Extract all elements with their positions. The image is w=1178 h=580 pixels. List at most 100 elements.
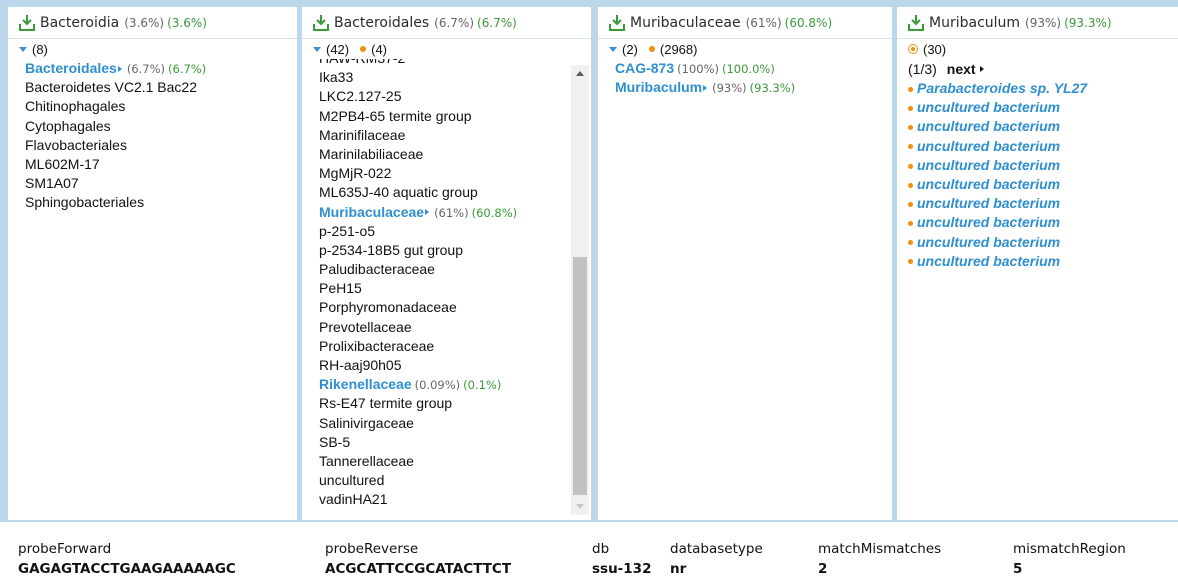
species-item[interactable]: Parabacteroides sp. YL27: [908, 79, 1178, 98]
taxon-item[interactable]: Bacteroidetes VC2.1 Bac22: [25, 78, 297, 97]
tree-expand-icon[interactable]: [608, 14, 626, 32]
cell-probe-reverse[interactable]: ACGCATTCCGCATACTTCT: [325, 561, 511, 577]
taxon-item[interactable]: RH-aaj90h05: [319, 356, 517, 375]
species-item[interactable]: uncultured bacterium: [908, 98, 1178, 117]
taxon-item[interactable]: Rs-E47 termite group: [319, 394, 517, 413]
taxon-item[interactable]: ML635J-40 aquatic group: [319, 183, 517, 202]
taxon-item[interactable]: PeH15: [319, 279, 517, 298]
species-item[interactable]: uncultured bacterium: [908, 175, 1178, 194]
taxon-item[interactable]: Prolixibacteraceae: [319, 337, 517, 356]
species-name[interactable]: uncultured bacterium: [917, 118, 1060, 134]
taxon-name[interactable]: Bacteroidales: [25, 60, 117, 76]
taxon-item[interactable]: LKC2.127-25: [319, 87, 517, 106]
bullet-dot-icon: [908, 182, 913, 188]
species-name[interactable]: uncultured bacterium: [917, 176, 1060, 192]
taxon-item[interactable]: Cytophagales: [25, 117, 297, 136]
taxon-item[interactable]: Paludibacteraceae: [319, 260, 517, 279]
taxon-list: CAG-873 (100%) (100.0%) Muribaculum (93%) (93…: [598, 59, 892, 97]
taxon-name[interactable]: Rikenellaceae: [319, 376, 412, 392]
collapse-icon[interactable]: [313, 46, 321, 52]
column-pct: (61%): [745, 15, 782, 30]
column-bacteroidales: Bacteroidales (6.7%) (6.7%) (42) (4) HAW…: [302, 7, 591, 520]
column-title: Bacteroidia: [40, 14, 120, 31]
taxon-name: Rs-E47 termite group: [319, 395, 453, 412]
taxon-item[interactable]: HAW-RM37-2: [319, 59, 517, 68]
column-muribaculum: Muribaculum (93%) (93.3%) (30) (1/3) nex…: [897, 7, 1178, 520]
taxon-item[interactable]: Prevotellaceae: [319, 318, 517, 337]
taxon-item[interactable]: ML602M-17: [25, 155, 297, 174]
next-page-link[interactable]: next: [947, 61, 976, 77]
taxon-item[interactable]: uncultured: [319, 471, 517, 490]
bullet-dot-icon: [908, 240, 913, 246]
taxon-item[interactable]: Tannerellaceae: [319, 452, 517, 471]
tree-expand-icon[interactable]: [18, 14, 36, 32]
collapse-icon[interactable]: [19, 46, 27, 52]
taxon-name: Flavobacteriales: [25, 136, 127, 153]
taxon-name: Marinilabiliaceae: [319, 145, 424, 162]
taxon-item[interactable]: CAG-873 (100%) (100.0%): [615, 59, 892, 78]
species-item[interactable]: uncultured bacterium: [908, 117, 1178, 136]
taxon-item[interactable]: p-251-o5: [319, 222, 517, 241]
taxon-name[interactable]: Muribaculaceae: [319, 204, 424, 220]
taxon-item[interactable]: Porphyromonadaceae: [319, 298, 517, 317]
column-title: Muribaculum: [929, 14, 1021, 31]
taxon-item[interactable]: Marinifilaceae: [319, 126, 517, 145]
taxon-name[interactable]: CAG-873: [615, 60, 674, 76]
species-item[interactable]: uncultured bacterium: [908, 137, 1178, 156]
species-name[interactable]: uncultured bacterium: [917, 195, 1060, 211]
species-name[interactable]: uncultured bacterium: [917, 138, 1060, 154]
scroll-area[interactable]: HAW-RM37-2 Ika33 LKC2.127-25 M2PB4-65 termi…: [302, 59, 591, 517]
species-name[interactable]: Parabacteroides sp. YL27: [917, 80, 1087, 96]
species-name[interactable]: uncultured bacterium: [917, 253, 1060, 269]
column-pct-weighted: (6.7%): [477, 15, 517, 30]
taxon-name[interactable]: Muribaculum: [615, 79, 702, 95]
taxon-pct: (61%): [434, 205, 469, 220]
taxon-item[interactable]: Muribaculaceae (61%) (60.8%): [319, 203, 517, 222]
chevron-right-icon[interactable]: [117, 65, 122, 72]
taxon-item[interactable]: MgMjR-022: [319, 164, 517, 183]
species-item[interactable]: uncultured bacterium: [908, 194, 1178, 213]
taxon-item[interactable]: Chitinophagales: [25, 97, 297, 116]
species-name[interactable]: uncultured bacterium: [917, 99, 1060, 115]
bullet-dot-icon: [908, 201, 913, 207]
taxon-item[interactable]: Flavobacteriales: [25, 136, 297, 155]
taxon-name: p-251-o5: [319, 222, 376, 239]
taxon-item[interactable]: M2PB4-65 termite group: [319, 107, 517, 126]
sequence-count: (4): [371, 41, 388, 57]
cell-probe-forward[interactable]: GAGAGTACCTGAAGAAAAAGC: [18, 561, 236, 577]
tree-expand-icon[interactable]: [312, 14, 330, 32]
vertical-scrollbar[interactable]: [571, 65, 589, 515]
column-muribaculaceae: Muribaculaceae (61%) (60.8%) (2) (2968) …: [598, 7, 892, 520]
species-item[interactable]: uncultured bacterium: [908, 233, 1178, 252]
scroll-down-icon[interactable]: [576, 504, 584, 509]
taxon-item[interactable]: SB-5: [319, 433, 517, 452]
taxon-name: p-2534-18B5 gut group: [319, 241, 463, 258]
taxon-item[interactable]: Ika33: [319, 68, 517, 87]
chevron-right-icon[interactable]: [425, 209, 430, 216]
species-item[interactable]: uncultured bacterium: [908, 213, 1178, 232]
species-item[interactable]: uncultured bacterium: [908, 252, 1178, 271]
species-item[interactable]: uncultured bacterium: [908, 156, 1178, 175]
species-name[interactable]: uncultured bacterium: [917, 214, 1060, 230]
taxon-item[interactable]: Rikenellaceae (0.09%) (0.1%): [319, 375, 517, 394]
header-match-mismatches: matchMismatches: [818, 541, 942, 557]
taxon-item[interactable]: Bacteroidales (6.7%) (6.7%): [25, 59, 297, 78]
taxon-item[interactable]: Salinivirgaceae: [319, 414, 517, 433]
taxon-list: HAW-RM37-2 Ika33 LKC2.127-25 M2PB4-65 termi…: [319, 59, 517, 510]
species-name[interactable]: uncultured bacterium: [917, 234, 1060, 250]
taxon-item[interactable]: Marinilabiliaceae: [319, 145, 517, 164]
species-radio-icon[interactable]: [908, 44, 918, 54]
chevron-right-icon[interactable]: [979, 65, 984, 72]
taxon-item[interactable]: vadinHA21: [319, 490, 517, 509]
species-name[interactable]: uncultured bacterium: [917, 157, 1060, 173]
taxon-item[interactable]: SM1A07: [25, 174, 297, 193]
taxon-item[interactable]: p-2534-18B5 gut group: [319, 241, 517, 260]
taxon-item[interactable]: Sphingobacteriales: [25, 193, 297, 212]
tree-expand-icon[interactable]: [907, 14, 925, 32]
chevron-right-icon[interactable]: [703, 84, 708, 91]
taxon-item[interactable]: Muribaculum (93%) (93.3%): [615, 78, 892, 97]
taxon-name: SB-5: [319, 433, 351, 450]
scroll-thumb[interactable]: [573, 257, 587, 495]
scroll-up-icon[interactable]: [576, 71, 584, 76]
collapse-icon[interactable]: [609, 46, 617, 52]
